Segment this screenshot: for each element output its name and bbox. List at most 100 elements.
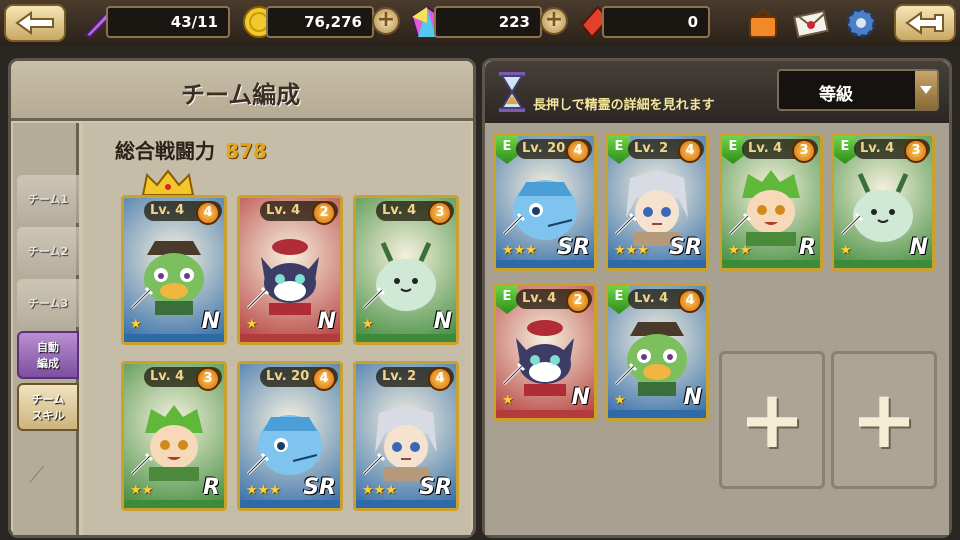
card-grade: R (799, 235, 816, 260)
long-press-hint: 長押しで精霊の詳細を見れます (533, 98, 715, 113)
sort-dropdown[interactable]: 等級 (777, 69, 939, 111)
team-skill-label: チーム スキル (31, 393, 65, 422)
weapon-icon (246, 286, 270, 310)
card-rank-badge: 3 (904, 139, 928, 163)
card-bottom-stripe (608, 410, 706, 418)
stamina-counter: 43/11 (106, 6, 230, 38)
team-panel-title: チーム編成 (181, 81, 301, 109)
card-grade: N (201, 309, 220, 334)
spirit-card[interactable]: E Lv. 4 3 ★ N (831, 133, 935, 271)
home-button[interactable] (894, 4, 956, 42)
settings-gear-icon[interactable] (842, 4, 880, 42)
card-grade: N (571, 385, 590, 410)
card-stars: ★ (362, 317, 374, 332)
team-tabs: チーム1 チーム2 チーム3 自動 編成 チーム スキル ⟋ (13, 123, 79, 535)
spirit-card[interactable]: Lv. 4 2 ★ N (237, 195, 343, 345)
card-stars: ★ (614, 393, 626, 408)
card-bottom-stripe (356, 334, 456, 342)
card-grade: SR (669, 235, 702, 260)
gem-counter: 223 (434, 6, 542, 38)
crystal-counter: 0 (602, 6, 710, 38)
card-rank-badge: 4 (196, 201, 220, 225)
card-grade: N (433, 309, 452, 334)
empty-slot-add-button[interactable]: + (831, 351, 937, 489)
card-stars: ★ (246, 317, 258, 332)
stamina-value: 43/11 (170, 13, 218, 31)
weapon-icon (246, 452, 270, 476)
card-stars: ★★★ (502, 243, 537, 258)
spirit-card[interactable]: Lv. 4 3 ★★ R (121, 361, 227, 511)
crystal-value: 0 (687, 13, 698, 31)
back-button[interactable] (4, 4, 66, 42)
collection-header: 長押しで精霊の詳細を見れます 等級 (485, 61, 949, 123)
card-rank-badge: 4 (678, 139, 702, 163)
card-stars: ★ (502, 393, 514, 408)
weapon-icon (362, 452, 386, 476)
top-bar: 43/11 76,276 + 223 + 0 (0, 0, 960, 46)
card-stars: ★★ (728, 243, 752, 258)
weapon-icon (614, 362, 638, 386)
shop-bag-icon[interactable] (744, 4, 782, 42)
card-bottom-stripe (496, 260, 594, 268)
weapon-icon (130, 452, 154, 476)
back-arrow-icon (15, 11, 54, 35)
card-stars: ★★★ (614, 243, 649, 258)
spirit-card[interactable]: E Lv. 4 2 ★ N (493, 283, 597, 421)
card-stars: ★ (840, 243, 852, 258)
spirit-card[interactable]: Lv. 4 3 ★ N (353, 195, 459, 345)
mail-icon[interactable] (792, 4, 830, 42)
auto-formation-button[interactable]: 自動 編成 (17, 331, 79, 379)
spirit-card[interactable]: E Lv. 20 4 ★★★ SR (493, 133, 597, 271)
spirit-card[interactable]: E Lv. 2 4 ★★★ SR (605, 133, 709, 271)
rune-emblem-icon: ⟋ (29, 463, 45, 488)
weapon-icon (614, 212, 638, 236)
gold-value: 76,276 (304, 13, 362, 31)
weapon-icon (502, 362, 526, 386)
weapon-icon (728, 212, 752, 236)
card-stars: ★★★ (246, 483, 281, 498)
spirit-card[interactable]: Lv. 20 4 ★★★ SR (237, 361, 343, 511)
tab-team-1-label: チーム1 (27, 193, 69, 206)
card-rank-badge: 3 (792, 139, 816, 163)
card-rank-badge: 4 (312, 367, 336, 391)
total-power-label: 総合戦闘力 (115, 139, 215, 163)
tab-team-2[interactable]: チーム2 (17, 227, 79, 275)
card-grade: N (909, 235, 928, 260)
add-gem-button[interactable]: + (540, 7, 568, 35)
card-stars: ★★ (130, 483, 154, 498)
card-rank-badge: 4 (678, 289, 702, 313)
sort-label: 等級 (819, 85, 853, 105)
auto-formation-label: 自動 編成 (37, 341, 59, 370)
tab-team-1[interactable]: チーム1 (17, 175, 79, 223)
card-bottom-stripe (496, 410, 594, 418)
empty-slot-add-button[interactable]: + (719, 351, 825, 489)
card-bottom-stripe (722, 260, 820, 268)
card-bottom-stripe (240, 500, 340, 508)
card-grade: R (203, 475, 220, 500)
spirit-card[interactable]: E Lv. 4 3 ★★ R (719, 133, 823, 271)
add-gold-button[interactable]: + (372, 7, 400, 35)
card-bottom-stripe (124, 334, 224, 342)
card-grade: SR (303, 475, 336, 500)
card-rank-badge: 4 (428, 367, 452, 391)
team-panel-header: チーム編成 (11, 61, 473, 121)
total-power: 総合戦闘力 878 (115, 135, 267, 164)
card-grade: N (317, 309, 336, 334)
tab-team-2-label: チーム2 (27, 245, 69, 258)
spirit-card[interactable]: Lv. 4 4 ★ N (121, 195, 227, 345)
add-plus-icon: + (850, 373, 918, 466)
weapon-icon (502, 212, 526, 236)
card-rank-badge: 4 (566, 139, 590, 163)
card-bottom-stripe (608, 260, 706, 268)
spirit-card[interactable]: Lv. 2 4 ★★★ SR (353, 361, 459, 511)
tab-team-3[interactable]: チーム3 (17, 279, 79, 327)
team-skill-button[interactable]: チーム スキル (17, 383, 79, 431)
gold-counter: 76,276 (266, 6, 374, 38)
card-bottom-stripe (834, 260, 932, 268)
collection-grid: E Lv. 20 4 ★★★ SR E Lv. 2 4 ★★★ SR E Lv. 4 3 ★★ R E Lv. … (485, 123, 949, 535)
total-power-value: 878 (225, 139, 267, 163)
card-bottom-stripe (240, 334, 340, 342)
spirit-card[interactable]: E Lv. 4 4 ★ N (605, 283, 709, 421)
weapon-icon (840, 212, 864, 236)
card-stars: ★★★ (362, 483, 397, 498)
